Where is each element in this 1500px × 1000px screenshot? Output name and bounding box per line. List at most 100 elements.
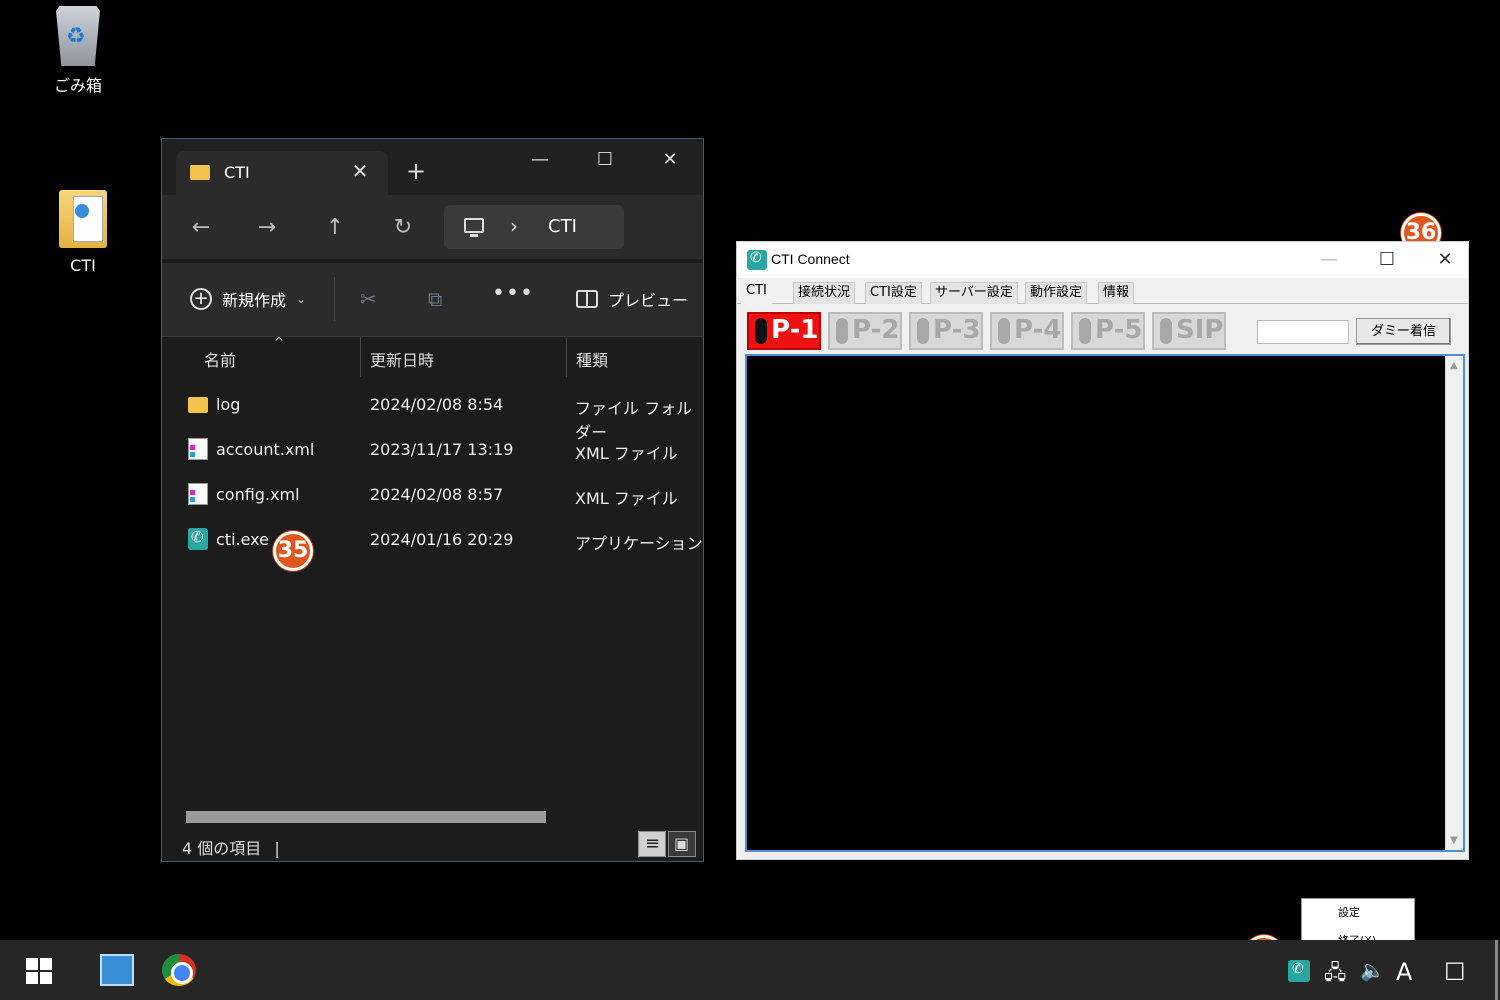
dummy-call-button[interactable]: ダミー着信 xyxy=(1356,318,1451,345)
network-icon[interactable]: 🖧 xyxy=(1324,958,1346,992)
cut-icon[interactable]: ✂ xyxy=(360,287,377,311)
address-path: CTI xyxy=(548,216,577,237)
ime-icon[interactable]: A xyxy=(1396,958,1412,986)
chevron-down-icon: ⌄ xyxy=(296,292,307,306)
refresh-icon[interactable]: ↻ xyxy=(388,213,418,243)
file-modified: 2024/02/08 8:54 xyxy=(370,395,504,414)
tiles-view-button[interactable] xyxy=(668,831,696,857)
column-header-modified[interactable]: 更新日時 xyxy=(370,347,434,371)
cti-tab-strip: CTI 接続状況 CTI設定 サーバー設定 動作設定 情報 xyxy=(737,280,1468,305)
file-type: XML ファイル xyxy=(575,444,678,463)
port-button-p2[interactable]: P-2 xyxy=(828,312,902,350)
preview-label: プレビュー xyxy=(608,291,689,310)
windows-start-icon[interactable] xyxy=(26,958,52,984)
item-count: 4 個の項目 | xyxy=(182,839,280,858)
status-bar: 4 個の項目 | xyxy=(162,827,703,863)
tab-close-icon[interactable]: ✕ xyxy=(348,159,372,183)
folder-icon xyxy=(55,188,111,250)
file-row-config-xml[interactable]: config.xml 2024/02/08 8:57 XML ファイル xyxy=(162,473,703,517)
notification-icon[interactable]: ☐ xyxy=(1444,958,1466,986)
toolbar-divider xyxy=(334,277,335,321)
port-button-p4[interactable]: P-4 xyxy=(990,312,1064,350)
window-title: CTI Connect xyxy=(771,251,850,267)
maximize-button[interactable]: ☐ xyxy=(1367,248,1407,272)
minimize-button[interactable]: — xyxy=(520,147,560,173)
file-type: アプリケーション xyxy=(575,534,703,553)
recycle-bin-icon xyxy=(50,4,106,66)
scroll-up-icon[interactable]: ▲ xyxy=(1450,360,1458,371)
cti-log-area[interactable]: ▲ ▼ xyxy=(745,354,1465,852)
xml-file-icon xyxy=(188,438,208,460)
exe-app-icon xyxy=(188,528,208,550)
cti-titlebar: CTI Connect — ☐ ✕ xyxy=(737,242,1468,278)
file-explorer-window: CTI ✕ + — ☐ ✕ ← → ↑ ↻ › CTI + 新規作成 ⌄ ✂ ⧉… xyxy=(161,138,704,862)
tab-info[interactable]: 情報 xyxy=(1098,282,1135,304)
file-type: XML ファイル xyxy=(575,489,678,508)
dummy-number-input[interactable] xyxy=(1257,320,1349,344)
address-bar[interactable]: › CTI xyxy=(444,205,624,249)
file-row-log[interactable]: log 2024/02/08 8:54 ファイル フォルダー xyxy=(162,383,703,442)
plus-circle-icon: + xyxy=(190,288,212,310)
tab-connection-status[interactable]: 接続状況 xyxy=(793,282,856,304)
more-options-icon[interactable]: ••• xyxy=(492,281,534,306)
minimize-button[interactable]: — xyxy=(1309,248,1349,272)
new-tab-button[interactable]: + xyxy=(406,157,426,185)
port-button-p3[interactable]: P-3 xyxy=(909,312,983,350)
column-header-name[interactable]: 名前 xyxy=(204,347,236,371)
tab-cti[interactable]: CTI xyxy=(741,280,772,305)
preview-pane-button[interactable]: プレビュー xyxy=(576,287,688,311)
desktop-icon-label: ごみ箱 xyxy=(53,76,102,95)
new-button-label: 新規作成 xyxy=(222,291,287,310)
copy-icon[interactable]: ⧉ xyxy=(428,287,442,311)
port-button-sip[interactable]: SIP xyxy=(1152,312,1226,350)
explorer-command-bar: + 新規作成 ⌄ ✂ ⧉ ••• プレビュー xyxy=(162,263,703,337)
maximize-button[interactable]: ☐ xyxy=(585,147,625,173)
explorer-tab-cti[interactable]: CTI ✕ xyxy=(176,151,388,195)
cti-tray-icon[interactable] xyxy=(1288,960,1310,982)
computer-icon xyxy=(464,218,484,237)
forward-arrow-icon[interactable]: → xyxy=(252,213,282,243)
scroll-down-icon[interactable]: ▼ xyxy=(1450,835,1458,846)
up-arrow-icon[interactable]: ↑ xyxy=(320,213,350,243)
sort-caret-icon: ^ xyxy=(274,335,285,349)
desktop-icon-recycle-bin[interactable]: ごみ箱 xyxy=(28,4,128,96)
vertical-scrollbar[interactable]: ▲ ▼ xyxy=(1445,356,1463,850)
back-arrow-icon[interactable]: ← xyxy=(186,213,216,243)
chrome-icon[interactable] xyxy=(162,954,196,986)
file-modified: 2024/01/16 20:29 xyxy=(370,530,514,549)
column-divider[interactable] xyxy=(360,337,361,377)
menu-item-settings[interactable]: 設定 xyxy=(1338,904,1360,920)
control-panel-icon[interactable] xyxy=(100,954,134,986)
file-modified: 2024/02/08 8:57 xyxy=(370,485,504,504)
file-name: config.xml xyxy=(216,485,300,504)
port-button-p1[interactable]: P-1 xyxy=(747,312,821,350)
preview-pane-icon xyxy=(576,290,598,308)
volume-icon[interactable]: 🔈 xyxy=(1360,958,1385,982)
tab-behavior-settings[interactable]: 動作設定 xyxy=(1025,282,1088,304)
file-name: account.xml xyxy=(216,440,315,459)
new-button[interactable]: + 新規作成 ⌄ xyxy=(190,287,306,311)
desktop-icon-cti-folder[interactable]: CTI xyxy=(33,188,133,275)
chevron-right-icon: › xyxy=(510,214,518,238)
file-name: cti.exe xyxy=(216,530,269,549)
tab-label: CTI xyxy=(224,163,250,182)
file-row-account-xml[interactable]: account.xml 2023/11/17 13:19 XML ファイル xyxy=(162,428,703,472)
details-view-button[interactable] xyxy=(638,831,666,857)
show-desktop-edge[interactable] xyxy=(1495,940,1498,1000)
close-button[interactable]: ✕ xyxy=(1425,248,1465,272)
xml-file-icon xyxy=(188,483,208,505)
step-badge-35: 35 xyxy=(273,531,313,571)
file-name: log xyxy=(216,395,241,414)
explorer-navbar: ← → ↑ ↻ › CTI xyxy=(162,195,703,259)
column-divider[interactable] xyxy=(566,337,567,377)
file-row-cti-exe[interactable]: cti.exe 2024/01/16 20:29 アプリケーション xyxy=(162,518,703,562)
close-button[interactable]: ✕ xyxy=(650,147,690,173)
file-modified: 2023/11/17 13:19 xyxy=(370,440,514,459)
column-header-type[interactable]: 種類 xyxy=(576,347,608,371)
tab-cti-settings[interactable]: CTI設定 xyxy=(865,282,922,304)
explorer-titlebar: CTI ✕ + — ☐ ✕ xyxy=(162,139,703,195)
port-button-p5[interactable]: P-5 xyxy=(1071,312,1145,350)
tab-server-settings[interactable]: サーバー設定 xyxy=(930,282,1018,304)
folder-icon xyxy=(188,397,208,413)
horizontal-scrollbar[interactable] xyxy=(186,811,546,823)
